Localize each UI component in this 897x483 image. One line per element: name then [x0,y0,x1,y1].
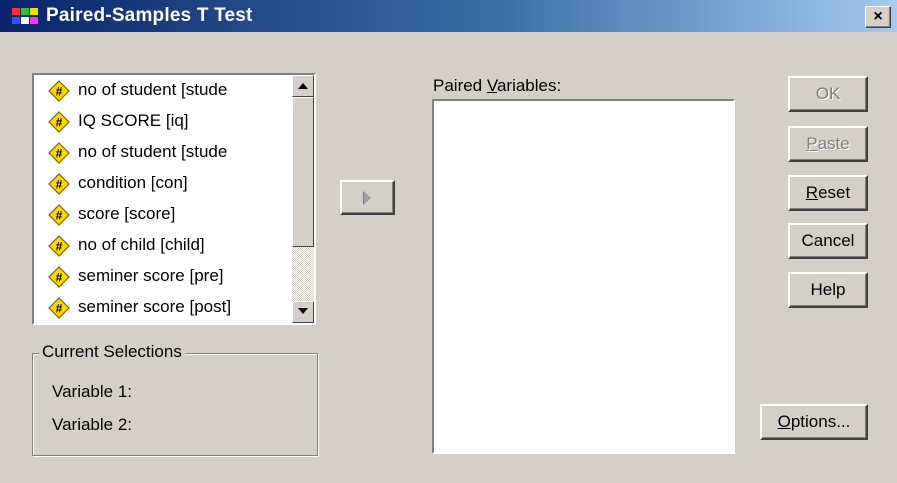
move-variable-button[interactable] [340,180,395,215]
variable1-label: Variable 1: [52,382,133,401]
cancel-button[interactable]: Cancel [788,223,868,259]
variable-list-item[interactable]: # no of child [child] [34,230,276,261]
options-button[interactable]: Options... [760,404,868,440]
variable-label: no of student [stude [78,80,228,99]
right-arrow-icon [363,191,371,205]
variable-list-item[interactable]: # seminer score [post] [34,292,276,323]
variable-list-item[interactable]: # IQ SCORE [iq] [34,106,276,137]
svg-text:#: # [56,178,63,192]
scroll-down-button[interactable] [292,301,314,323]
variable-list-item[interactable]: # no of student [stude [34,137,276,168]
variable-label: IQ SCORE [iq] [78,111,189,130]
close-button[interactable]: × [865,6,891,28]
variable-label: no of child [child] [78,235,205,254]
svg-text:#: # [56,209,63,223]
variable-label: no of student [stude [78,142,228,161]
variable2-label: Variable 2: [52,415,133,434]
reset-button[interactable]: Reset [788,175,868,211]
variable-list-item[interactable]: # condition [con] [34,168,276,199]
variable-label: condition [con] [78,173,188,192]
svg-text:#: # [56,147,63,161]
scroll-up-arrow-icon [298,83,308,89]
current-selections-group: Current Selections Variable 1: Variable … [32,342,318,456]
source-variable-list[interactable]: # no of student [stude # IQ SCORE [iq] # no o… [32,73,316,325]
numeric-variable-icon: # [48,111,70,133]
svg-text:#: # [56,116,63,130]
title-bar: Paired-Samples T Test × [0,0,897,32]
window-title: Paired-Samples T Test [46,5,253,26]
variable-label: seminer score [pre] [78,266,224,285]
numeric-variable-icon: # [48,142,70,164]
paste-button[interactable]: Paste [788,126,868,162]
scroll-down-arrow-icon [298,308,308,314]
variable-items: # no of student [stude # IQ SCORE [iq] # no o… [34,75,276,323]
ok-button[interactable]: OK [788,76,868,112]
variable-list-item[interactable]: # seminer score [pre] [34,261,276,292]
numeric-variable-icon: # [48,173,70,195]
variable-list-scrollbar[interactable] [292,75,314,323]
current-selections-legend: Current Selections [39,342,185,362]
spss-app-icon [12,8,38,24]
scroll-up-button[interactable] [292,75,314,97]
variable-label: seminer score [post] [78,297,232,316]
svg-text:#: # [56,85,63,99]
numeric-variable-icon: # [48,204,70,226]
help-button[interactable]: Help [788,272,868,308]
variable-list-item[interactable]: # no of student [stude [34,75,276,106]
svg-text:#: # [56,271,63,285]
numeric-variable-icon: # [48,266,70,288]
svg-text:#: # [56,240,63,254]
numeric-variable-icon: # [48,297,70,319]
numeric-variable-icon: # [48,80,70,102]
numeric-variable-icon: # [48,235,70,257]
variable-label: score [score] [78,204,176,223]
svg-text:#: # [56,302,63,316]
scroll-thumb[interactable] [292,97,314,247]
paired-variables-list[interactable] [432,99,735,454]
paired-variables-label: Paired Variables: [433,76,562,95]
variable-list-item[interactable]: # score [score] [34,199,276,230]
